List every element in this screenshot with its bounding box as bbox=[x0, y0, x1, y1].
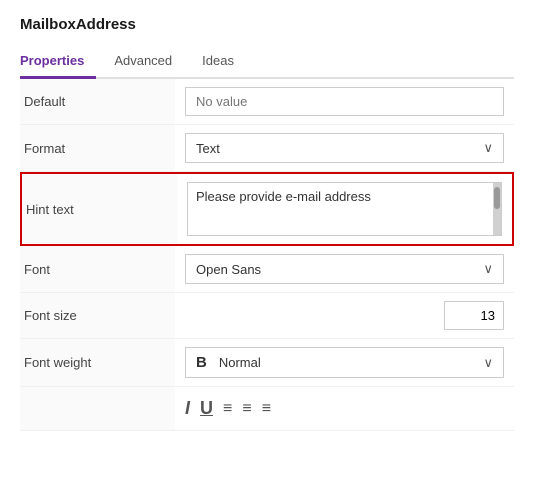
tab-ideas[interactable]: Ideas bbox=[202, 47, 246, 79]
font-dropdown-arrow: ∨ bbox=[483, 261, 493, 277]
tabs: Properties Advanced Ideas bbox=[20, 47, 514, 79]
format-dropdown-arrow: ∨ bbox=[483, 140, 493, 156]
font-size-input[interactable] bbox=[444, 301, 504, 330]
font-value: Open Sans ∨ bbox=[175, 246, 514, 292]
italic-icon[interactable]: I bbox=[185, 398, 190, 419]
font-weight-row: Font weight B Normal ∨ bbox=[20, 339, 514, 387]
font-size-value bbox=[175, 293, 514, 338]
tab-advanced[interactable]: Advanced bbox=[114, 47, 184, 79]
align-right-icon[interactable]: ≡ bbox=[262, 400, 271, 418]
font-weight-label: Font weight bbox=[20, 339, 175, 386]
hint-scrollbar-thumb bbox=[494, 187, 500, 209]
font-size-row: Font size bbox=[20, 293, 514, 339]
hint-text-input[interactable]: Please provide e-mail address bbox=[188, 183, 493, 235]
font-weight-value: B Normal ∨ bbox=[175, 339, 514, 386]
hint-text-value: Please provide e-mail address bbox=[177, 174, 512, 244]
font-weight-arrow: ∨ bbox=[483, 355, 493, 371]
format-dropdown-text: Text bbox=[196, 141, 220, 156]
default-label: Default bbox=[20, 79, 175, 124]
default-value bbox=[175, 79, 514, 124]
format-row: Format Text ∨ bbox=[20, 125, 514, 172]
format-dropdown[interactable]: Text ∨ bbox=[185, 133, 504, 163]
font-style-label bbox=[20, 387, 175, 430]
format-label: Format bbox=[20, 125, 175, 171]
font-dropdown-text: Open Sans bbox=[196, 262, 261, 277]
font-dropdown[interactable]: Open Sans ∨ bbox=[185, 254, 504, 284]
hint-text-label: Hint text bbox=[22, 174, 177, 244]
font-style-row: I U ≡ ≡ ≡ bbox=[20, 387, 514, 431]
font-weight-dropdown[interactable]: B Normal ∨ bbox=[185, 347, 504, 378]
font-style-value: I U ≡ ≡ ≡ bbox=[175, 387, 514, 430]
align-left-icon[interactable]: ≡ bbox=[223, 400, 232, 418]
bold-icon: B bbox=[196, 354, 207, 371]
font-label: Font bbox=[20, 246, 175, 292]
panel: MailboxAddress Properties Advanced Ideas… bbox=[0, 0, 534, 431]
default-row: Default bbox=[20, 79, 514, 125]
font-weight-text: Normal bbox=[219, 355, 261, 370]
properties-table: Default Format Text ∨ Hint text Please p… bbox=[20, 79, 514, 431]
panel-title: MailboxAddress bbox=[20, 16, 514, 33]
hint-text-wrap: Please provide e-mail address bbox=[187, 182, 502, 236]
font-row: Font Open Sans ∨ bbox=[20, 246, 514, 293]
format-value: Text ∨ bbox=[175, 125, 514, 171]
underline-icon[interactable]: U bbox=[200, 398, 213, 419]
font-size-label: Font size bbox=[20, 293, 175, 338]
default-input[interactable] bbox=[185, 87, 504, 116]
align-center-icon[interactable]: ≡ bbox=[242, 400, 251, 418]
hint-text-row: Hint text Please provide e-mail address bbox=[20, 172, 514, 246]
hint-scrollbar bbox=[493, 183, 501, 235]
tab-properties[interactable]: Properties bbox=[20, 47, 96, 79]
